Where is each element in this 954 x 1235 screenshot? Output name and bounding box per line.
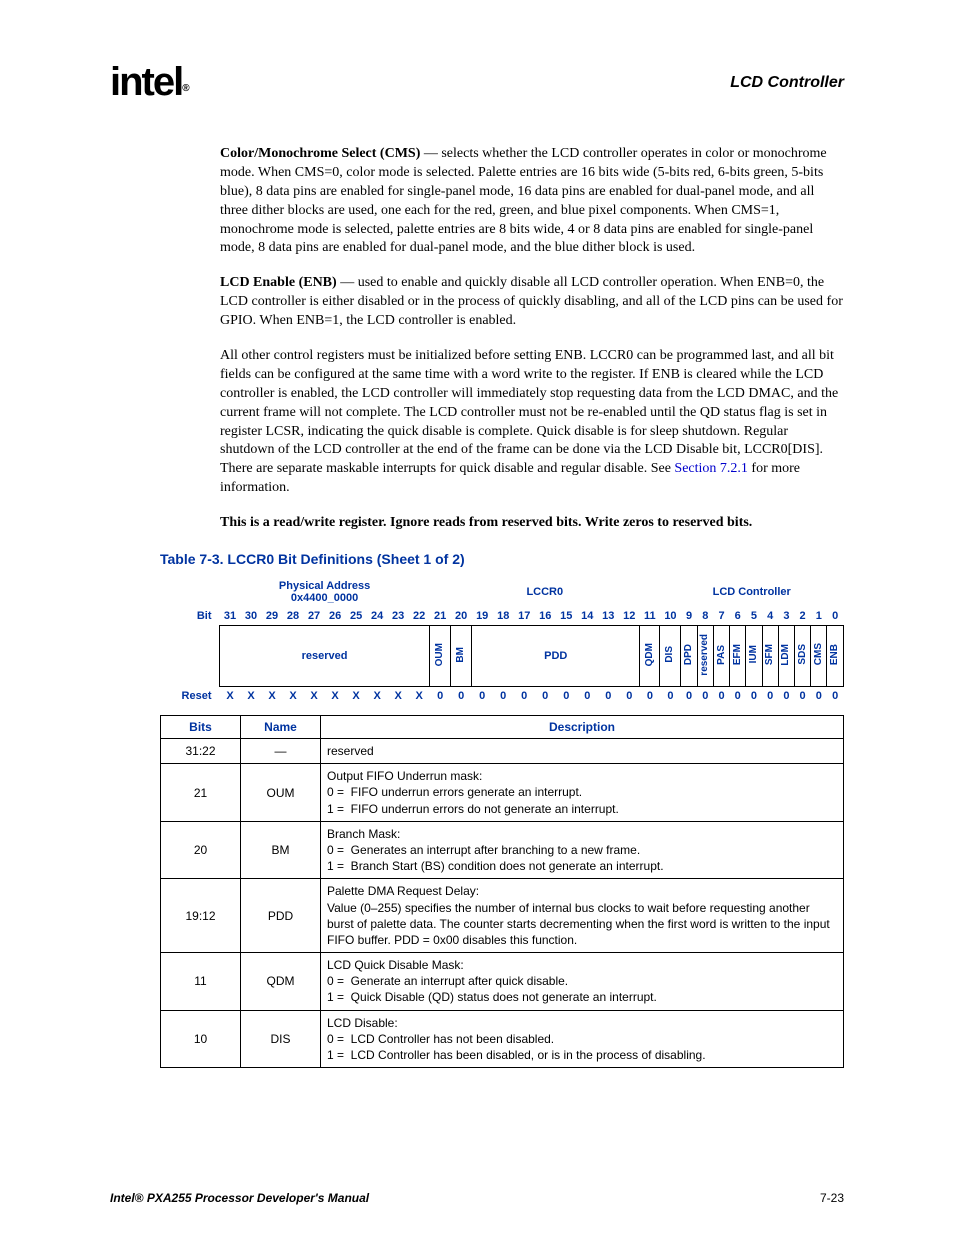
paragraph-notes: All other control registers must be init… bbox=[220, 347, 844, 498]
table-row: 31:22 — reserved bbox=[161, 739, 844, 764]
paragraph-rw-note: This is a read/write register. Ignore re… bbox=[220, 514, 844, 533]
body-content: Color/Monochrome Select (CMS) — selects … bbox=[220, 145, 844, 1068]
field-pas: PAS bbox=[713, 626, 729, 687]
field-pdd: PDD bbox=[472, 626, 640, 687]
bit-field-row: reserved OUM BM PDD QDM DIS DPD reserved… bbox=[160, 626, 844, 687]
field-dis: DIS bbox=[660, 626, 681, 687]
table-row: 10 DIS LCD Disable:0 = LCD Controller ha… bbox=[161, 1010, 844, 1068]
field-efm: EFM bbox=[730, 626, 746, 687]
field-reserved-2: reserved bbox=[697, 626, 713, 687]
footer-title: Intel® PXA255 Processor Developer's Manu… bbox=[110, 1191, 369, 1205]
col-desc: Description bbox=[321, 716, 844, 739]
section-link[interactable]: Section 7.2.1 bbox=[674, 461, 748, 476]
field-oum: OUM bbox=[430, 626, 451, 687]
description-table: Bits Name Description 31:22 — reserved 2… bbox=[160, 715, 844, 1068]
bit-number-row: Bit 313029282726252423222120191817161514… bbox=[160, 607, 844, 626]
field-ldm: LDM bbox=[778, 626, 794, 687]
field-qdm: QDM bbox=[640, 626, 660, 687]
table-row: 20 BM Branch Mask:0 = Generates an inter… bbox=[161, 821, 844, 879]
field-sfm: SFM bbox=[762, 626, 778, 687]
field-ium: IUM bbox=[746, 626, 762, 687]
field-bm: BM bbox=[451, 626, 472, 687]
bit-table: Physical Address 0x4400_0000 LCCR0 LCD C… bbox=[160, 577, 844, 705]
paragraph-cms: Color/Monochrome Select (CMS) — selects … bbox=[220, 145, 844, 258]
field-reserved: reserved bbox=[220, 626, 430, 687]
table-row: 11 QDM LCD Quick Disable Mask:0 = Genera… bbox=[161, 953, 844, 1011]
register-name: LCCR0 bbox=[430, 577, 660, 607]
page-number: 7-23 bbox=[820, 1191, 844, 1205]
paragraph-enb: LCD Enable (ENB) — used to enable and qu… bbox=[220, 274, 844, 331]
section-title: LCD Controller bbox=[730, 74, 844, 92]
field-cms: CMS bbox=[811, 626, 827, 687]
col-name: Name bbox=[241, 716, 321, 739]
page-footer: Intel® PXA255 Processor Developer's Manu… bbox=[110, 1191, 844, 1205]
page-header: intel® LCD Controller bbox=[110, 60, 844, 105]
field-enb: ENB bbox=[827, 626, 844, 687]
table-row: 19:12 PDD Palette DMA Request Delay:Valu… bbox=[161, 879, 844, 953]
table-caption: Table 7-3. LCCR0 Bit Definitions (Sheet … bbox=[160, 551, 844, 567]
intel-logo: intel® bbox=[110, 60, 188, 105]
reset-row: Reset XXXXXXXXXX0000000000000000000000 bbox=[160, 687, 844, 706]
field-sds: SDS bbox=[794, 626, 810, 687]
module-name: LCD Controller bbox=[660, 577, 844, 607]
table-row: 21 OUM Output FIFO Underrun mask:0 = FIF… bbox=[161, 764, 844, 822]
phys-addr-label: Physical Address bbox=[221, 580, 429, 592]
phys-addr-value: 0x4400_0000 bbox=[221, 592, 429, 604]
col-bits: Bits bbox=[161, 716, 241, 739]
field-dpd: DPD bbox=[681, 626, 697, 687]
